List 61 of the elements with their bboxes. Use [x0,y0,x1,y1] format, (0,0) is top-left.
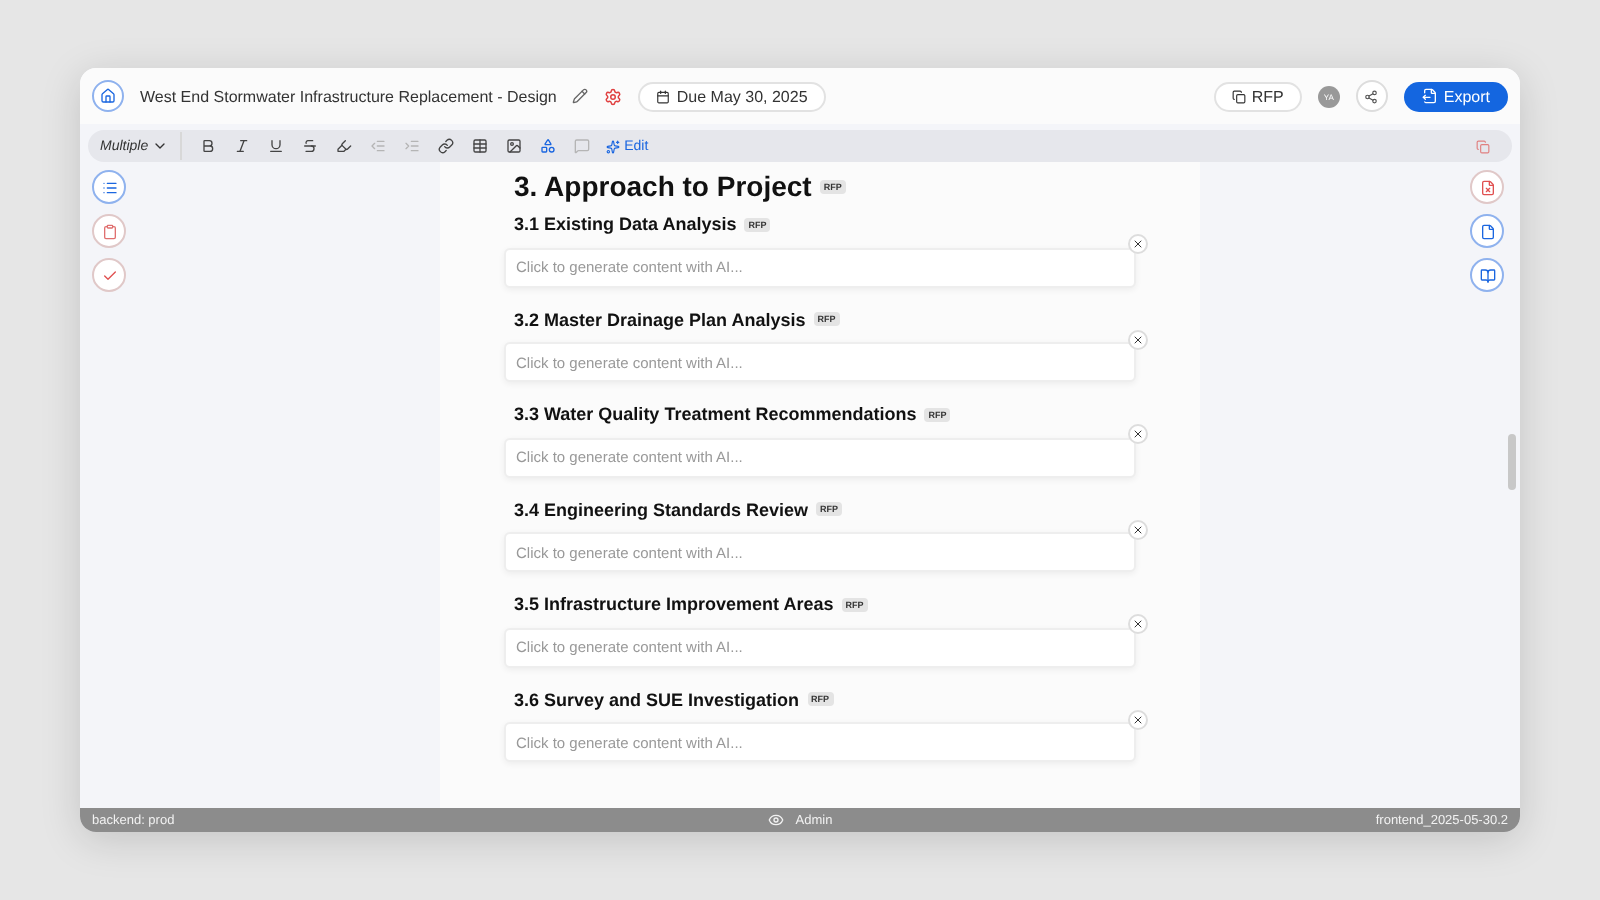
italic-icon [233,138,250,154]
book-button[interactable] [1470,258,1504,292]
chevron-down-icon [152,138,169,154]
section-title: 3. Approach to Project [514,170,812,202]
subsection-heading: 3.4 Engineering Standards Review [514,499,809,519]
clipboard-icon [101,223,117,239]
subsection-heading: 3.2 Master Drainage Plan Analysis [514,309,806,329]
underline-icon [267,138,284,154]
subsection-heading: 3.5 Infrastructure Improvement Areas [514,594,834,614]
link-icon [437,138,454,154]
comment-icon [573,138,590,154]
outdent-icon [369,138,386,154]
share-icon [1364,89,1379,103]
share-button[interactable] [1355,80,1388,112]
copy-icon [1476,139,1490,153]
home-button[interactable] [92,80,124,112]
check-icon [101,267,117,283]
subsection-heading: 3.1 Existing Data Analysis [514,214,737,234]
close-icon [1132,333,1144,345]
file-x-icon [1479,179,1495,195]
close-button[interactable] [1128,614,1148,634]
close-icon [1132,713,1144,725]
close-icon [1132,238,1144,250]
eye-icon [767,812,784,828]
scrollbar-thumb[interactable] [1508,434,1516,490]
document-title: West End Stormwater Infrastructure Replacement - Design [140,87,557,105]
indent-icon [403,138,420,154]
home-icon [100,88,116,104]
subsection-heading: 3.6 Survey and SUE Investigation [514,689,800,709]
strikethrough-icon [301,138,318,154]
close-button[interactable] [1128,424,1148,444]
settings-icon[interactable] [604,87,623,105]
close-button[interactable] [1128,329,1148,349]
close-button[interactable] [1128,234,1148,254]
subsection-heading: 3.3 Water Quality Treatment Recommendations [514,404,917,424]
list-button[interactable] [92,170,126,204]
due-date-button[interactable]: Due May 30, 2025 [638,81,826,111]
close-icon [1132,428,1144,440]
list-icon [101,179,117,195]
check-button[interactable] [92,258,126,292]
file-icon [1479,223,1495,239]
calendar-icon [656,89,671,103]
image-icon [505,138,522,154]
sparkles-icon [606,139,621,153]
highlighter-icon [335,138,352,154]
book-icon [1479,267,1495,283]
clipboard-button[interactable] [92,214,126,248]
table-icon [471,138,488,154]
close-button[interactable] [1128,709,1148,729]
shapes-icon [539,138,556,154]
copy-icon [1231,89,1246,103]
close-button[interactable] [1128,519,1148,539]
rfp-button[interactable]: RFP [1213,81,1302,111]
file-button[interactable] [1470,214,1504,248]
close-icon [1132,523,1144,535]
close-icon [1132,618,1144,630]
pencil-icon[interactable] [572,88,589,104]
export-icon [1421,88,1438,104]
bold-icon [199,138,216,154]
export-button[interactable]: Export [1403,81,1508,111]
file-x-button[interactable] [1470,170,1504,204]
